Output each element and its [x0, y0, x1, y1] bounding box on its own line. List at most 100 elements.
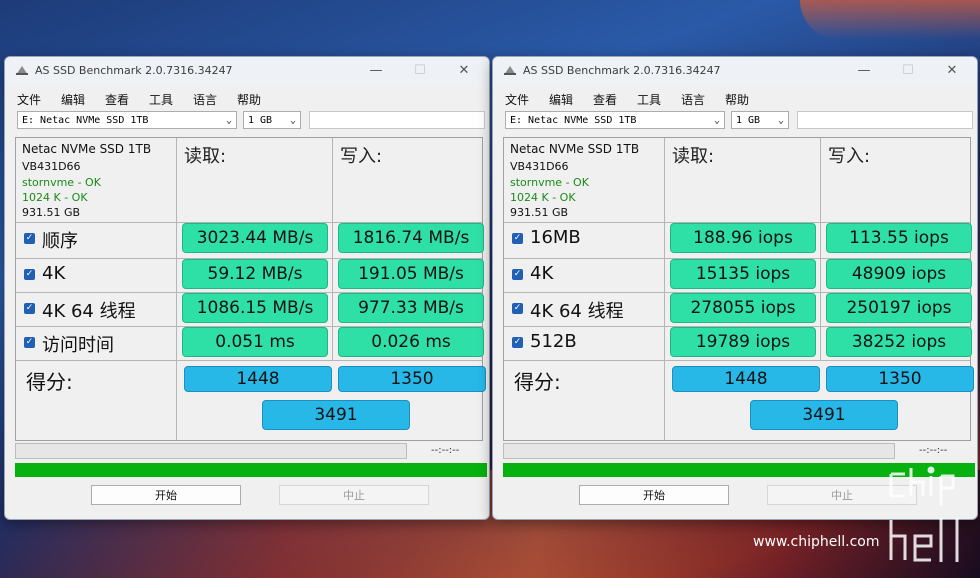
menu-item-5[interactable]: 帮助	[237, 91, 261, 108]
test-label: 4K	[42, 263, 66, 284]
elapsed-time: --:--:--	[919, 445, 948, 456]
maximize-icon[interactable]: ☐	[895, 61, 921, 81]
divider	[176, 138, 177, 440]
drive-model: Netac NVMe SSD 1TB	[510, 142, 640, 156]
chevron-down-icon: ⌄	[289, 115, 296, 126]
alignment-status: 1024 K - OK	[510, 191, 576, 204]
custom-size-input[interactable]	[309, 111, 485, 129]
read-score: 1448	[672, 366, 820, 392]
write-result: 250197 iops	[826, 293, 972, 323]
app-icon	[16, 66, 28, 75]
benchmark-window-right: AS SSD Benchmark 2.0.7316.34247 — ☐ ✕ 文件 编辑 查看…	[492, 56, 978, 520]
watermark-text: www.chiphell.com	[753, 534, 880, 550]
menu-item-4[interactable]: 语言	[681, 91, 705, 108]
score-label: 得分:	[26, 370, 73, 394]
test-label: 访问时间	[42, 335, 114, 356]
menu-item-1[interactable]: 编辑	[61, 91, 85, 108]
row-divider	[504, 360, 970, 361]
maximize-icon[interactable]: ☐	[407, 61, 433, 81]
test-checkbox[interactable]: ✓	[24, 233, 35, 244]
test-checkbox[interactable]: ✓	[24, 269, 35, 280]
background-glow	[800, 0, 980, 40]
write-header: 写入:	[340, 146, 383, 167]
results-panel: Netac NVMe SSD 1TB VB431D66 stornvme - OK 1…	[503, 137, 974, 441]
write-result: 977.33 MB/s	[338, 293, 484, 323]
progress-bar	[15, 443, 407, 459]
test-checkbox[interactable]: ✓	[512, 303, 523, 314]
drive-select[interactable]: E: Netac NVMe SSD 1TB ⌄	[505, 111, 725, 129]
menu-item-5[interactable]: 帮助	[725, 91, 749, 108]
write-result: 113.55 iops	[826, 223, 972, 253]
write-score: 1350	[338, 366, 486, 392]
test-checkbox[interactable]: ✓	[512, 337, 523, 348]
stop-button[interactable]: 中止	[279, 485, 429, 505]
chevron-down-icon: ⌄	[777, 115, 784, 126]
write-result: 38252 iops	[826, 327, 972, 357]
read-result: 59.12 MB/s	[182, 259, 328, 289]
driver-status: stornvme - OK	[22, 176, 101, 189]
progress-bar	[503, 443, 895, 459]
drive-firmware: VB431D66	[22, 160, 81, 173]
menu-bar: 文件 编辑 查看 工具 语言 帮助	[5, 89, 489, 107]
custom-size-input[interactable]	[797, 111, 973, 129]
menu-item-0[interactable]: 文件	[17, 91, 41, 108]
title-bar[interactable]: AS SSD Benchmark 2.0.7316.34247 — ☐ ✕	[5, 57, 489, 85]
minimize-icon[interactable]: —	[363, 61, 389, 81]
write-result: 1816.74 MB/s	[338, 223, 484, 253]
read-result: 1086.15 MB/s	[182, 293, 328, 323]
read-result: 0.051 ms	[182, 327, 328, 357]
benchmark-window-left: AS SSD Benchmark 2.0.7316.34247 — ☐ ✕ 文件 编辑 查看…	[4, 56, 490, 520]
size-select-value: 1 GB	[736, 115, 761, 126]
drive-select[interactable]: E: Netac NVMe SSD 1TB ⌄	[17, 111, 237, 129]
divider	[664, 138, 665, 440]
read-result: 19789 iops	[670, 327, 816, 357]
write-header: 写入:	[828, 146, 871, 167]
test-label: 4K	[530, 263, 554, 284]
elapsed-time: --:--:--	[431, 445, 460, 456]
menu-bar: 文件 编辑 查看 工具 语言 帮助	[493, 89, 977, 107]
menu-item-4[interactable]: 语言	[193, 91, 217, 108]
menu-item-1[interactable]: 编辑	[549, 91, 573, 108]
minimize-icon[interactable]: —	[851, 61, 877, 81]
test-label: 4K 64 线程	[42, 301, 136, 322]
drive-firmware: VB431D66	[510, 160, 569, 173]
size-select-value: 1 GB	[248, 115, 273, 126]
test-label: 4K 64 线程	[530, 301, 624, 322]
menu-item-3[interactable]: 工具	[149, 91, 173, 108]
drive-capacity: 931.51 GB	[510, 206, 569, 219]
size-select[interactable]: 1 GB ⌄	[243, 111, 301, 129]
drive-model: Netac NVMe SSD 1TB	[22, 142, 152, 156]
results-panel: Netac NVMe SSD 1TB VB431D66 stornvme - OK 1…	[15, 137, 486, 441]
menu-item-0[interactable]: 文件	[505, 91, 529, 108]
drive-select-value: E: Netac NVMe SSD 1TB	[510, 115, 637, 126]
total-score: 3491	[750, 400, 898, 430]
close-icon[interactable]: ✕	[451, 61, 477, 81]
read-result: 278055 iops	[670, 293, 816, 323]
test-checkbox[interactable]: ✓	[512, 269, 523, 280]
score-label: 得分:	[514, 370, 561, 394]
test-label: 512B	[530, 331, 577, 352]
test-checkbox[interactable]: ✓	[512, 233, 523, 244]
menu-item-2[interactable]: 查看	[593, 91, 617, 108]
write-score: 1350	[826, 366, 974, 392]
completion-bar	[15, 463, 487, 477]
alignment-status: 1024 K - OK	[22, 191, 88, 204]
menu-item-3[interactable]: 工具	[637, 91, 661, 108]
window-title: AS SSD Benchmark 2.0.7316.34247	[35, 64, 233, 77]
title-bar[interactable]: AS SSD Benchmark 2.0.7316.34247 — ☐ ✕	[493, 57, 977, 85]
total-score: 3491	[262, 400, 410, 430]
size-select[interactable]: 1 GB ⌄	[731, 111, 789, 129]
write-result: 0.026 ms	[338, 327, 484, 357]
menu-item-2[interactable]: 查看	[105, 91, 129, 108]
write-result: 48909 iops	[826, 259, 972, 289]
start-button[interactable]: 开始	[579, 485, 729, 505]
driver-status: stornvme - OK	[510, 176, 589, 189]
close-icon[interactable]: ✕	[939, 61, 965, 81]
read-result: 15135 iops	[670, 259, 816, 289]
row-divider	[16, 360, 482, 361]
test-checkbox[interactable]: ✓	[24, 337, 35, 348]
chiphell-logo	[889, 466, 959, 562]
test-checkbox[interactable]: ✓	[24, 303, 35, 314]
start-button[interactable]: 开始	[91, 485, 241, 505]
app-icon	[504, 66, 516, 75]
